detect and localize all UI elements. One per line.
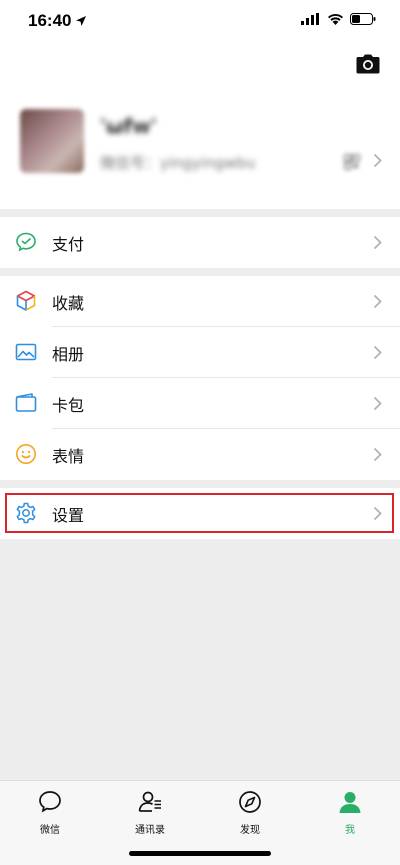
chevron-right-icon xyxy=(373,447,382,462)
tab-label: 我 xyxy=(345,825,355,836)
avatar[interactable] xyxy=(20,109,84,173)
status-time: 16:40 xyxy=(28,11,72,30)
menu-item-label: 收藏 xyxy=(52,294,85,313)
contacts-icon xyxy=(138,791,161,812)
menu-item-label: 设置 xyxy=(52,506,85,525)
cube-icon xyxy=(16,290,36,311)
menu-item-label: 卡包 xyxy=(52,396,85,415)
wallet-icon xyxy=(15,393,37,412)
menu-item-settings[interactable]: 设置 xyxy=(0,488,400,539)
smiley-icon xyxy=(16,444,36,464)
profile-wechat-id: 微信号：yingyingwbu xyxy=(100,154,256,172)
chevron-right-icon xyxy=(373,294,382,309)
menu-item-favorites[interactable]: 收藏 xyxy=(0,276,400,327)
chevron-right-icon xyxy=(373,153,382,168)
settings-section: 设置 xyxy=(0,488,400,539)
tab-contacts[interactable]: 通讯录 xyxy=(110,789,190,836)
person-icon xyxy=(339,792,361,813)
chat-bubble-icon xyxy=(39,791,61,813)
tab-label: 通讯录 xyxy=(135,825,165,836)
gear-icon xyxy=(16,502,36,524)
camera-icon[interactable] xyxy=(356,54,380,74)
battery-icon xyxy=(350,13,376,25)
tools-section: 收藏 相册 卡包 表情 xyxy=(0,276,400,480)
menu-item-pay[interactable]: 支付 xyxy=(0,217,400,268)
wifi-icon xyxy=(328,13,343,25)
compass-icon xyxy=(239,791,261,813)
chevron-right-icon xyxy=(373,396,382,411)
status-bar: 16:40 xyxy=(0,0,400,44)
profile-nickname: 'ωfw' xyxy=(100,114,157,138)
wechat-pay-icon xyxy=(16,232,36,252)
menu-item-label: 表情 xyxy=(52,447,85,466)
cellular-signal-icon xyxy=(301,13,319,25)
menu-item-album[interactable]: 相册 xyxy=(0,327,400,378)
chevron-right-icon xyxy=(373,345,382,360)
tab-label: 微信 xyxy=(40,825,60,836)
picture-icon xyxy=(15,343,37,361)
profile-header[interactable]: 'ωfw' 微信号：yingyingwbu xyxy=(0,44,400,209)
tab-me[interactable]: 我 xyxy=(310,789,390,836)
home-indicator xyxy=(129,851,271,856)
menu-item-stickers[interactable]: 表情 xyxy=(0,429,400,480)
tab-chats[interactable]: 微信 xyxy=(10,789,90,836)
pay-section: 支付 xyxy=(0,217,400,268)
tab-label: 发现 xyxy=(240,825,260,836)
chevron-right-icon xyxy=(373,506,382,521)
chevron-right-icon xyxy=(373,235,382,250)
menu-item-label: 相册 xyxy=(52,345,85,364)
menu-item-cards[interactable]: 卡包 xyxy=(0,378,400,429)
location-arrow-icon xyxy=(76,16,86,26)
tab-discover[interactable]: 发现 xyxy=(210,789,290,836)
menu-item-label: 支付 xyxy=(52,235,85,254)
qr-code-icon[interactable] xyxy=(344,154,360,170)
